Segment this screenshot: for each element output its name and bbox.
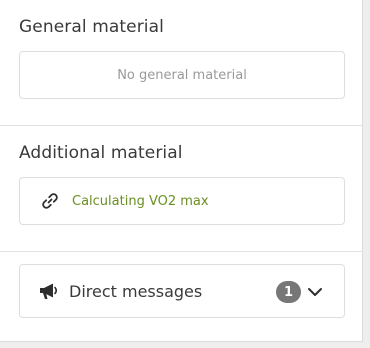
material-link-item[interactable]: Calculating VO2 max <box>20 178 344 224</box>
general-material-empty-text: No general material <box>117 67 247 83</box>
section-divider <box>0 251 363 252</box>
materials-panel: General material No general material Add… <box>0 0 363 342</box>
chevron-down-icon[interactable] <box>306 284 324 300</box>
general-material-card: No general material <box>19 51 345 99</box>
message-count-badge: 1 <box>276 281 301 303</box>
additional-material-title: Additional material <box>19 143 183 163</box>
megaphone-icon <box>38 281 60 301</box>
direct-messages-card[interactable]: Direct messages 1 <box>19 264 345 318</box>
additional-material-card: Calculating VO2 max <box>19 177 345 225</box>
direct-messages-label: Direct messages <box>69 281 203 301</box>
section-divider <box>0 125 363 126</box>
material-link-label[interactable]: Calculating VO2 max <box>72 194 209 209</box>
link-icon <box>40 191 60 211</box>
general-material-title: General material <box>19 17 164 37</box>
